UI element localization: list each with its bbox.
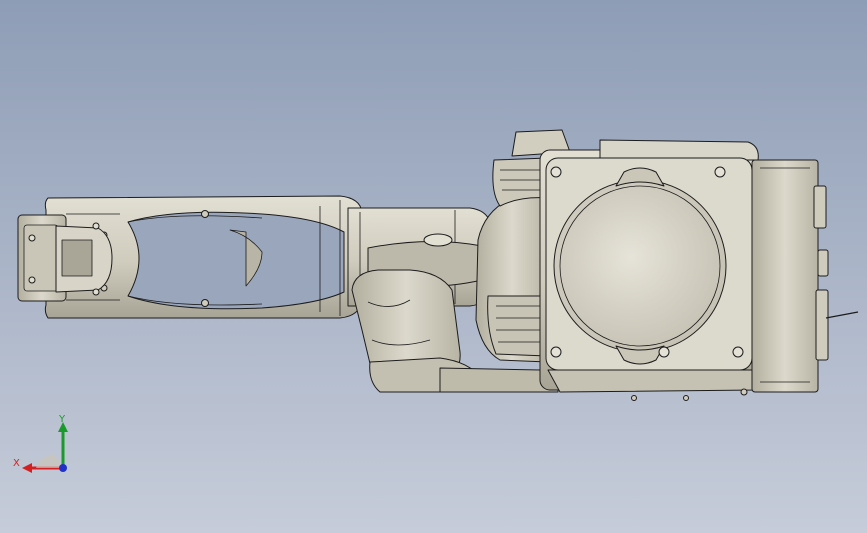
- panel-body: [751, 159, 819, 393]
- wrist-bolt: [28, 276, 36, 284]
- motor-bolt: [550, 166, 562, 178]
- wrist-flange: [17, 214, 113, 302]
- motor-bolt: [550, 346, 562, 358]
- connector-plug: [813, 185, 827, 229]
- motor-bolt: [714, 166, 726, 178]
- connector-plug: [815, 289, 829, 361]
- motor-bolt: [732, 346, 744, 358]
- motor-disc: [553, 179, 727, 353]
- connector-plug: [817, 249, 829, 277]
- x-axis-label: X: [13, 458, 20, 469]
- z-axis-icon: [59, 464, 67, 472]
- cad-viewport[interactable]: Y X: [0, 0, 867, 533]
- forearm-opening: [127, 211, 345, 310]
- elbow-cap: [423, 233, 453, 247]
- forearm-bolt: [201, 299, 209, 307]
- robot-arm-model[interactable]: [0, 0, 867, 533]
- connector-panel: [751, 159, 859, 393]
- wrist-bolt: [92, 222, 100, 230]
- motor-bolt: [658, 346, 670, 358]
- lower-gear: [487, 295, 549, 357]
- wrist-bolt: [92, 288, 100, 296]
- y-axis-label: Y: [58, 414, 66, 425]
- motor-top-rim: [599, 139, 759, 161]
- y-axis-icon: Y: [58, 414, 68, 468]
- elbow-tube: [347, 207, 491, 393]
- base-motor: [539, 139, 761, 401]
- triad-plane-icon: [36, 454, 63, 468]
- wrist-bolt: [28, 234, 36, 242]
- motor-bottom-rim: [547, 369, 761, 393]
- coordinate-triad: Y X: [10, 408, 80, 482]
- forearm-bolt: [201, 210, 209, 218]
